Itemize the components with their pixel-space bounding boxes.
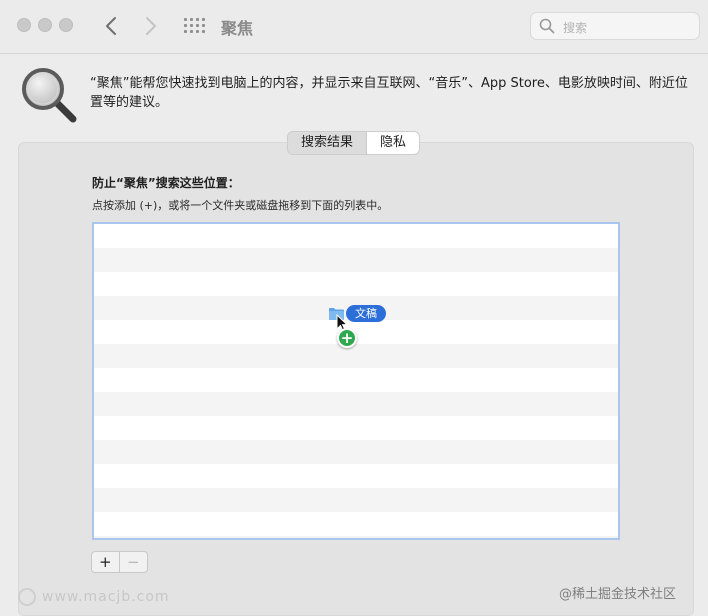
grid-dot (184, 24, 187, 27)
window-toolbar: 聚焦 搜索 (0, 0, 708, 54)
add-location-button[interactable]: + (92, 552, 120, 572)
grid-dot (196, 18, 199, 21)
tab-bar: 搜索结果 隐私 (287, 131, 421, 155)
watermark-logo-icon (18, 588, 36, 606)
grid-dot (196, 30, 199, 33)
search-field[interactable]: 搜索 (530, 12, 700, 40)
list-row (94, 536, 618, 538)
privacy-section-title: 防止“聚焦”搜索这些位置： (92, 176, 240, 190)
grid-dot (184, 18, 187, 21)
grid-dot (184, 30, 187, 33)
grid-dot (202, 30, 205, 33)
list-row (94, 512, 618, 536)
remove-location-button[interactable]: − (120, 552, 147, 572)
list-row (94, 248, 618, 272)
list-row (94, 416, 618, 440)
excluded-locations-list[interactable] (92, 222, 620, 540)
window-title: 聚焦 (221, 19, 254, 38)
dragged-folder-label: 文稿 (346, 305, 386, 322)
list-edit-buttons: + − (91, 551, 148, 573)
list-row (94, 368, 618, 392)
copy-plus-badge-icon: + (337, 328, 357, 348)
list-row (94, 224, 618, 248)
spotlight-description: “聚焦”能帮您快速找到电脑上的内容，并显示来自互联网、“音乐”、App Stor… (90, 76, 688, 110)
tab-privacy[interactable]: 隐私 (366, 132, 420, 154)
tab-search-results[interactable]: 搜索结果 (288, 132, 366, 154)
list-row (94, 344, 618, 368)
watermark-left-text: www.macjb.com (42, 589, 170, 605)
grid-dot (202, 18, 205, 21)
list-row (94, 464, 618, 488)
list-row (94, 488, 618, 512)
grid-dot (202, 24, 205, 27)
watermark-right: @稀土掘金技术社区 (559, 587, 677, 602)
privacy-section-instructions: 点按添加 (+)，或将一个文件夹或磁盘拖移到下面的列表中。 (92, 199, 389, 212)
show-all-preferences-button[interactable] (184, 17, 206, 35)
chevron-left-icon (106, 17, 116, 35)
zoom-window-button[interactable] (59, 18, 73, 32)
forward-button[interactable] (140, 13, 162, 39)
back-button[interactable] (100, 13, 122, 39)
search-icon (539, 18, 555, 34)
close-window-button[interactable] (17, 18, 31, 32)
grid-dot (196, 24, 199, 27)
watermark-left: www.macjb.com (18, 588, 170, 606)
minimize-window-button[interactable] (38, 18, 52, 32)
grid-dot (190, 30, 193, 33)
list-row (94, 272, 618, 296)
grid-dot (190, 24, 193, 27)
list-row (94, 440, 618, 464)
list-row (94, 392, 618, 416)
search-placeholder: 搜索 (563, 21, 588, 35)
chevron-right-icon (146, 17, 156, 35)
spotlight-magnifier-icon (22, 68, 77, 123)
grid-dot (190, 18, 193, 21)
